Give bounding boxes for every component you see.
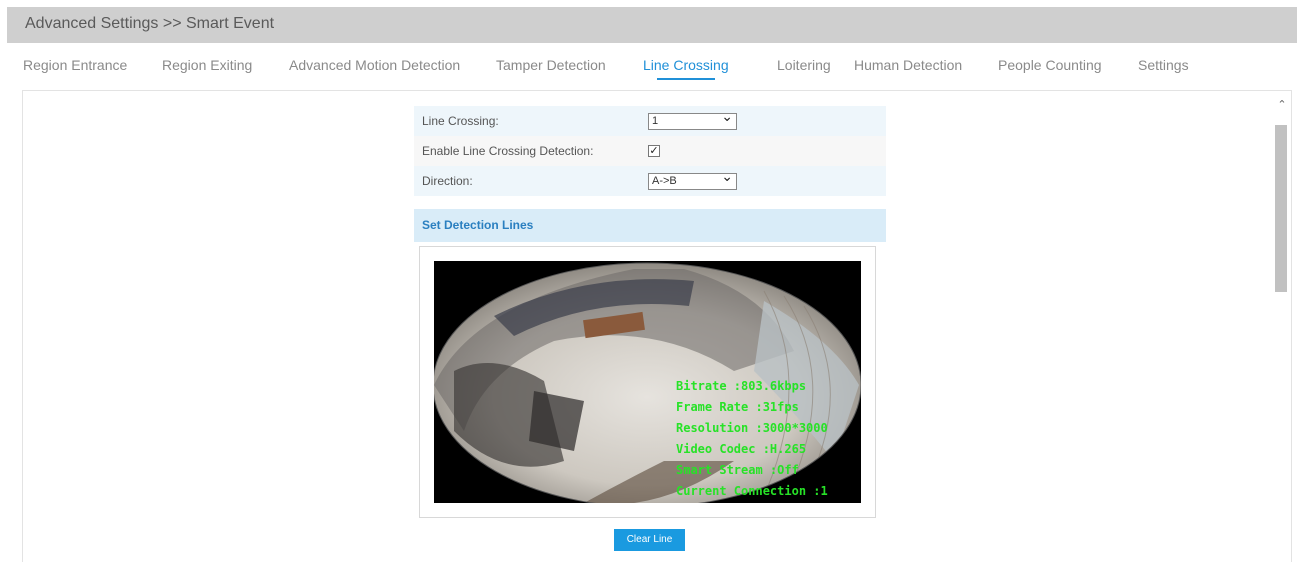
osd-resolution: Resolution :3000*3000	[676, 421, 828, 435]
chevron-down-icon: ⌄	[721, 107, 733, 124]
tab-people-counting[interactable]: People Counting	[998, 57, 1102, 73]
tab-line-crossing[interactable]: Line Crossing	[643, 57, 729, 80]
breadcrumb: Advanced Settings >> Smart Event	[25, 15, 275, 32]
clear-line-button[interactable]: Clear Line	[614, 529, 685, 551]
tab-tamper-detection[interactable]: Tamper Detection	[496, 57, 606, 73]
tab-bar: Region Entrance Region Exiting Advanced …	[0, 43, 1305, 85]
direction-value: A->B	[652, 174, 677, 187]
tab-loitering[interactable]: Loitering	[777, 57, 831, 73]
scrollbar-thumb[interactable]	[1275, 125, 1287, 292]
tab-settings[interactable]: Settings	[1138, 57, 1189, 73]
direction-row: Direction: A->B ⌄	[414, 166, 886, 196]
line-crossing-form: Line Crossing: 1 ⌄ Enable Line Crossing …	[414, 106, 886, 196]
osd-frame-rate: Frame Rate :31fps	[676, 400, 799, 414]
osd-smart-stream: Smart Stream :Off	[676, 463, 799, 477]
osd-bitrate: Bitrate :803.6kbps	[676, 379, 807, 393]
video-preview[interactable]: Bitrate :803.6kbps Frame Rate :31fps Res…	[434, 261, 861, 503]
direction-label: Direction:	[422, 174, 473, 188]
header-bar: Advanced Settings >> Smart Event	[7, 7, 1297, 43]
tab-human-detection[interactable]: Human Detection	[854, 57, 962, 73]
tab-advanced-motion-detection[interactable]: Advanced Motion Detection	[289, 57, 460, 73]
enable-row: Enable Line Crossing Detection: ✓	[414, 136, 886, 166]
enable-label: Enable Line Crossing Detection:	[422, 144, 594, 158]
enable-line-crossing-checkbox[interactable]: ✓	[648, 145, 660, 157]
tab-region-entrance[interactable]: Region Entrance	[23, 57, 127, 73]
osd-current-connection: Current Connection :1	[676, 484, 828, 498]
line-crossing-label: Line Crossing:	[422, 114, 499, 128]
osd-video-codec: Video Codec :H.265	[676, 442, 807, 456]
line-crossing-value: 1	[652, 114, 659, 127]
line-crossing-select[interactable]: 1 ⌄	[648, 108, 737, 130]
scroll-up-icon[interactable]: ⌃	[1276, 99, 1288, 111]
section-header: Set Detection Lines	[414, 209, 886, 242]
direction-select[interactable]: A->B ⌄	[648, 168, 737, 190]
line-crossing-row: Line Crossing: 1 ⌄	[414, 106, 886, 136]
chevron-down-icon: ⌄	[721, 167, 733, 184]
tab-region-exiting[interactable]: Region Exiting	[162, 57, 252, 73]
